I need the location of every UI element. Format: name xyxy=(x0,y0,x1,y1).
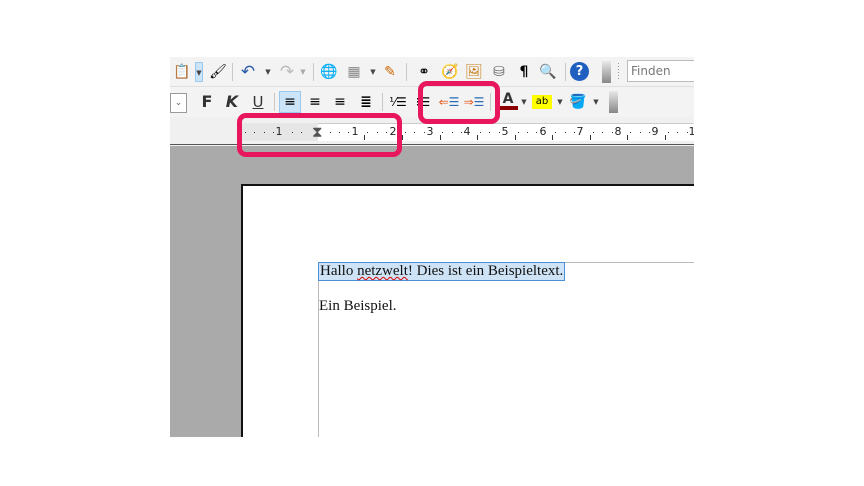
justify-button[interactable]: ≣ xyxy=(356,92,376,112)
italic-button[interactable]: K xyxy=(222,92,242,112)
ruler-tick xyxy=(536,132,537,133)
database-icon[interactable]: ⛁ xyxy=(489,62,509,82)
ruler-tick xyxy=(612,132,613,133)
document-area: Hallo netzwelt! Dies ist ein Beispieltex… xyxy=(170,146,694,437)
separator xyxy=(382,93,383,111)
highlight-callout-ruler xyxy=(237,113,402,157)
ruler-tick xyxy=(649,132,650,133)
chevron-down-icon[interactable]: ▼ xyxy=(592,98,600,106)
misspelled-word[interactable]: netzwelt xyxy=(357,263,408,279)
ruler-tick xyxy=(489,132,490,133)
document-page[interactable]: Hallo netzwelt! Dies ist ein Beispieltex… xyxy=(241,184,694,437)
ruler-label: 4 xyxy=(463,125,471,138)
font-color-icon[interactable]: A xyxy=(498,92,518,110)
separator xyxy=(313,63,314,81)
help-icon[interactable]: ? xyxy=(570,62,589,81)
compass-icon[interactable]: 🧭 xyxy=(440,62,460,82)
chevron-down-icon[interactable]: ▼ xyxy=(520,98,528,106)
align-left-icon: ≡ xyxy=(284,94,296,110)
selected-paragraph[interactable]: Hallo netzwelt! Dies ist ein Beispieltex… xyxy=(318,262,566,281)
chevron-down-icon[interactable]: ▼ xyxy=(556,98,564,106)
ruler-label: 8 xyxy=(614,125,622,138)
character-background-icon[interactable]: 🪣 xyxy=(568,92,588,112)
magnifier-icon[interactable]: 🔍 xyxy=(538,62,558,82)
text: ! Dies ist ein Beispieltext. xyxy=(407,263,564,279)
ruler-tick xyxy=(518,132,519,133)
tab-stop-marker[interactable] xyxy=(665,135,666,140)
paste-icon[interactable]: 📋 xyxy=(172,62,192,82)
align-right-icon: ≡ xyxy=(334,94,346,110)
ruler-tick xyxy=(565,132,566,133)
highlight-callout-indent-buttons xyxy=(418,81,500,124)
ruler-label: 9 xyxy=(651,125,659,138)
tab-stop-marker[interactable] xyxy=(515,135,516,140)
ruler-tick xyxy=(442,132,443,133)
ruler-tick xyxy=(555,132,556,133)
ruler-tick xyxy=(499,132,500,133)
chevron-down-icon[interactable]: ▼ xyxy=(299,68,307,76)
tab-stop-marker[interactable] xyxy=(402,135,403,140)
underline-button[interactable]: U xyxy=(248,92,268,112)
ruler-tick xyxy=(630,132,631,133)
ruler-tick xyxy=(574,132,575,133)
table-icon[interactable]: ▦ xyxy=(344,62,364,82)
ruler-tick xyxy=(602,132,603,133)
text: Hallo xyxy=(320,263,358,279)
ruler-label: 1 xyxy=(688,125,695,138)
ruler-tick xyxy=(677,132,678,133)
toolbar-overflow-button[interactable] xyxy=(609,91,618,113)
pencil-icon[interactable]: ✎ xyxy=(380,62,400,82)
ruler-label: 5 xyxy=(501,125,509,138)
tab-stop-marker[interactable] xyxy=(477,135,478,140)
highlight-icon[interactable]: ab xyxy=(532,95,552,109)
bold-button[interactable]: F xyxy=(197,92,217,112)
align-left-button[interactable]: ≡ xyxy=(279,91,301,113)
separator xyxy=(232,63,233,81)
ruler-tick xyxy=(593,132,594,133)
picture-icon[interactable]: 🖼 xyxy=(464,62,484,82)
toolbar-overflow-button[interactable] xyxy=(602,61,611,83)
ruler-tick xyxy=(640,132,641,133)
tab-stop-marker[interactable] xyxy=(440,135,441,140)
justify-icon: ≣ xyxy=(360,94,372,110)
paste-dropdown[interactable]: ▼ xyxy=(195,62,203,82)
binoculars-icon[interactable]: ⚭ xyxy=(414,62,434,82)
align-center-button[interactable]: ≡ xyxy=(305,92,325,112)
ruler-label: 3 xyxy=(426,125,434,138)
ruler-tick xyxy=(414,132,415,133)
redo-icon[interactable]: ↷ xyxy=(277,62,297,82)
ruler-tick xyxy=(668,132,669,133)
tab-stop-marker[interactable] xyxy=(552,135,553,140)
ruler-tick xyxy=(687,132,688,133)
paragraph[interactable]: Ein Beispiel. xyxy=(319,298,397,315)
ruler-label: 6 xyxy=(539,125,547,138)
undo-icon[interactable]: ↶ xyxy=(238,62,258,82)
toolbar-grip[interactable] xyxy=(618,63,619,81)
ruler-label: 7 xyxy=(576,125,584,138)
tab-stop-marker[interactable] xyxy=(590,135,591,140)
pilcrow-icon[interactable]: ¶ xyxy=(514,62,534,82)
separator xyxy=(274,93,275,111)
find-input[interactable]: Finden xyxy=(627,60,694,82)
brush-icon[interactable]: 🖌 xyxy=(208,62,228,82)
tab-stop-marker[interactable] xyxy=(627,135,628,140)
text-boundary xyxy=(318,262,319,437)
separator xyxy=(406,63,407,81)
globe-link-icon[interactable]: 🌐 xyxy=(319,62,339,82)
ruler-tick xyxy=(527,132,528,133)
ruler-tick xyxy=(424,132,425,133)
chevron-down-icon[interactable]: ▼ xyxy=(264,68,272,76)
ruler-tick xyxy=(405,132,406,133)
font-size-dropdown[interactable]: ⌄ xyxy=(170,93,187,113)
ruler-tick xyxy=(480,132,481,133)
align-right-button[interactable]: ≡ xyxy=(330,92,350,112)
ruler-tick xyxy=(461,132,462,133)
align-center-icon: ≡ xyxy=(309,94,321,110)
numbering-icon[interactable]: ⅟☰ xyxy=(388,92,408,112)
ruler-tick xyxy=(452,132,453,133)
chevron-down-icon[interactable]: ▼ xyxy=(369,68,377,76)
separator xyxy=(565,63,566,81)
